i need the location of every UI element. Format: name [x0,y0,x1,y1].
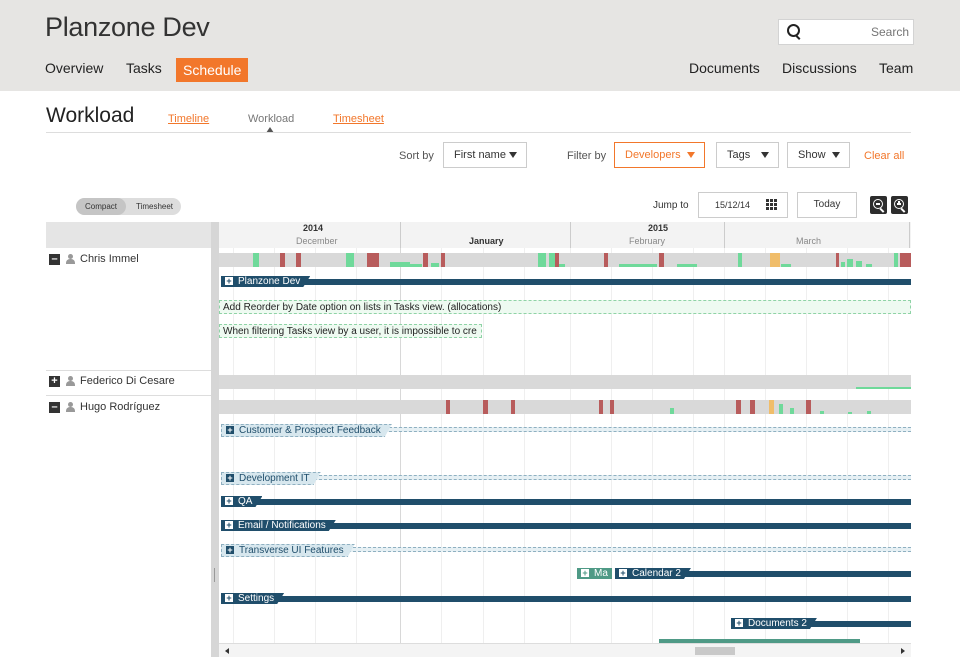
calendar-icon[interactable] [765,198,778,211]
nav-discussions[interactable]: Discussions [782,60,857,76]
nav-tasks[interactable]: Tasks [126,60,162,76]
scroll-thumb[interactable] [695,647,735,655]
project-bar-settings[interactable]: + Settings [221,593,911,604]
task-bar[interactable]: When filtering Tasks view by a user, it … [219,324,482,338]
workload-timeline: 2014 2015 December January February Marc… [219,222,911,657]
zoom-out-icon[interactable] [870,196,887,214]
nav-documents[interactable]: Documents [689,60,760,76]
person-row-chris-immel[interactable]: – Chris Immel [46,248,211,272]
project-bar-email-notifications[interactable]: + Email / Notifications [221,520,911,531]
expand-icon[interactable]: + [735,619,743,627]
sort-by-label: Sort by [399,150,434,162]
caret-down-icon [832,152,840,158]
scroll-left-icon[interactable] [225,648,229,654]
month-label: January [469,236,504,246]
tab-workload[interactable]: Workload [248,113,294,125]
scroll-right-icon[interactable] [901,648,905,654]
clear-all-link[interactable]: Clear all [864,150,904,162]
expand-icon[interactable]: + [619,569,627,577]
show-dropdown[interactable]: Show [787,142,850,168]
workload-bar-federico-di-cesare [219,375,911,389]
month-label: March [796,236,822,246]
person-name: Chris Immel [80,253,139,265]
filter-by-value: Developers [625,149,681,161]
splitter-grip-icon [214,568,215,582]
workload-bar-hugo-rodriguez [219,400,911,414]
user-icon [66,402,76,413]
project-bar-calendar-2[interactable]: + Calendar 2 [615,568,911,579]
year-label: 2014 [303,223,324,233]
view-compact-button[interactable]: Compact [76,198,126,215]
caret-down-icon [509,152,517,158]
expand-icon[interactable]: + [225,277,233,285]
page-title: Workload [46,104,135,127]
expand-icon[interactable]: + [225,521,233,529]
divider [46,132,911,133]
nav-overview[interactable]: Overview [45,60,103,76]
expand-icon[interactable]: + [226,426,234,434]
project-bar-planzone-dev[interactable]: + Planzone Dev [221,276,911,287]
app-header: Planzone Dev Overview Tasks Schedule Doc… [0,0,960,91]
sort-by-value: First name [454,149,506,161]
month-label: December [296,236,338,246]
person-row-federico-di-cesare[interactable]: + Federico Di Cesare [46,370,211,394]
pane-splitter[interactable] [211,222,219,657]
search-box[interactable] [778,19,914,45]
workload-bar-chris-immel [219,253,911,267]
search-icon [787,24,800,37]
filter-by-label: Filter by [567,150,607,162]
tags-dropdown[interactable]: Tags [716,142,779,168]
caret-down-icon [687,152,695,158]
tags-label: Tags [727,149,751,161]
show-label: Show [798,149,826,161]
nav-team[interactable]: Team [879,60,913,76]
project-bar-qa[interactable]: + QA [221,496,911,507]
project-bar-development-it[interactable]: + Development IT [221,472,911,483]
expand-icon[interactable]: + [226,546,234,554]
jump-to-label: Jump to [653,200,689,211]
task-bar[interactable]: Add Reorder by Date option on lists in T… [219,300,911,314]
person-name: Federico Di Cesare [80,375,175,387]
nav-schedule[interactable]: Schedule [176,58,249,82]
project-bar-ma[interactable]: + Ma [577,568,612,579]
timeline-header: 2014 2015 December January February Marc… [219,222,911,248]
user-icon [66,376,76,387]
project-bar-transverse-ui-features[interactable]: + Transverse UI Features [221,544,911,555]
collapse-icon[interactable]: – [49,254,60,265]
person-row-hugo-rodriguez[interactable]: – Hugo Rodríguez [46,396,211,420]
view-mode-toggle: Compact Timesheet [76,198,181,215]
project-title: Planzone Dev [45,12,210,42]
expand-icon[interactable]: + [49,376,60,387]
expand-icon[interactable]: + [225,497,233,505]
filter-by-dropdown[interactable]: Developers [614,142,705,168]
jump-to-date-field[interactable]: 15/12/14 [698,192,788,218]
expand-icon[interactable]: + [225,594,233,602]
user-icon [66,254,76,265]
year-label: 2015 [648,223,669,233]
tab-timesheet[interactable]: Timesheet [333,113,384,125]
zoom-in-icon[interactable] [891,196,908,214]
person-name: Hugo Rodríguez [80,401,161,413]
today-button[interactable]: Today [797,192,857,218]
timeline-scrollbar[interactable] [219,643,911,657]
sort-by-dropdown[interactable]: First name [443,142,527,168]
view-timesheet-button[interactable]: Timesheet [128,198,181,215]
project-bar-customer-prospect-feedback[interactable]: + Customer & Prospect Feedback [221,424,911,435]
jump-to-date-value: 15/12/14 [715,200,751,210]
month-label: February [629,236,666,246]
expand-icon[interactable]: + [581,569,589,578]
collapse-icon[interactable]: – [49,402,60,413]
search-input[interactable] [809,23,911,41]
project-bar-documents-2[interactable]: + Documents 2 [731,618,911,629]
caret-down-icon [761,152,769,158]
expand-icon[interactable]: + [226,474,234,482]
resource-column-header [46,222,211,248]
tab-timeline[interactable]: Timeline [168,113,209,125]
